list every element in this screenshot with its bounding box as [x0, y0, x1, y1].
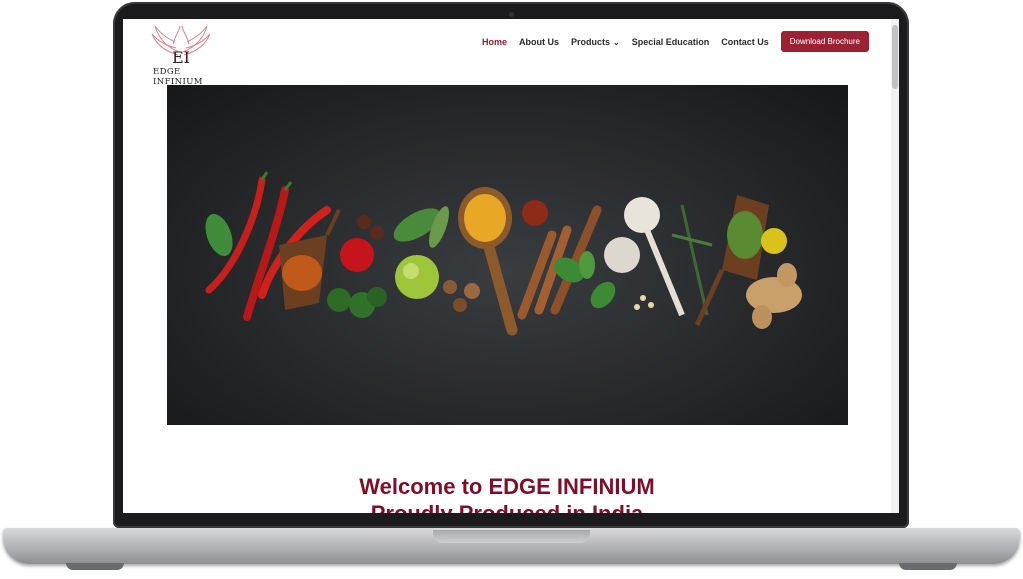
site-header: EI EDGE INFINIUM Home About Us Products ⌄… [123, 19, 891, 87]
page-heading: Welcome to EDGE INFINIUM [359, 474, 655, 499]
logo-wordmark: EDGE INFINIUM [153, 67, 203, 87]
spices-illustration [205, 171, 802, 336]
site-logo[interactable]: EI EDGE INFINIUM [149, 22, 213, 87]
nav-contact-us[interactable]: Contact Us [721, 37, 769, 47]
wings-logo-icon: EI [151, 25, 211, 67]
laptop-notch [433, 530, 590, 543]
nav-products-label: Products [570, 36, 610, 47]
camera-icon [509, 12, 514, 17]
svg-text:EI: EI [172, 48, 190, 67]
laptop-foot-left [66, 563, 124, 570]
scrollbar[interactable] [891, 19, 899, 513]
nav-products[interactable]: Products ⌄ [571, 37, 620, 47]
browser-viewport: EI EDGE INFINIUM Home About Us Products ⌄… [123, 19, 899, 513]
nav-about-us[interactable]: About Us [519, 37, 559, 47]
page-subheading: Proudly Produced in India [123, 501, 891, 513]
chevron-down-icon: ⌄ [612, 37, 620, 47]
hero-image [167, 85, 848, 425]
main-nav: Home About Us Products ⌄ Special Educatio… [482, 31, 891, 52]
download-brochure-button[interactable]: Download Brochure [780, 31, 869, 52]
laptop-foot-right [899, 563, 957, 570]
nav-special-education[interactable]: Special Education [632, 37, 710, 47]
nav-home[interactable]: Home [482, 37, 507, 47]
scrollbar-thumb[interactable] [892, 25, 898, 89]
